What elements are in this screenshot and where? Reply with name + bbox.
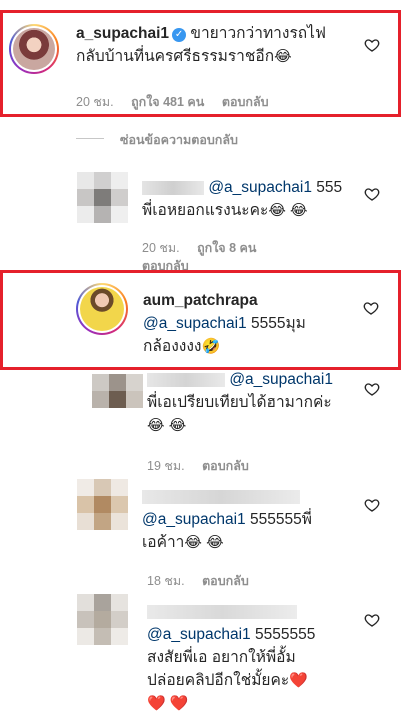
- blurred-username: [147, 604, 297, 619]
- highlight-frame: [0, 270, 401, 370]
- comment-text-line2: พี่เอหยอกแรงนะคะ: [142, 202, 269, 219]
- blurred-username: [147, 372, 225, 387]
- like-heart-icon[interactable]: [364, 381, 380, 397]
- comment-text-line2: สงสัยพี่เอ อยากให้พี่อั้ม: [147, 649, 296, 666]
- hide-replies-button[interactable]: ซ่อนข้อความตอบกลับ: [120, 130, 238, 150]
- avatar-blurred[interactable]: [77, 172, 129, 224]
- like-heart-icon[interactable]: [364, 186, 380, 202]
- avatar-blurred[interactable]: [77, 479, 129, 531]
- reply-button[interactable]: ตอบกลับ: [202, 459, 249, 473]
- comment-likes[interactable]: ถูกใจ 8 คน: [197, 241, 256, 255]
- comment-time: 20 ชม.: [142, 241, 180, 255]
- blurred-username: [142, 489, 300, 504]
- highlight-frame: [0, 10, 401, 117]
- mention-link[interactable]: @a_supachai1: [229, 371, 333, 388]
- like-heart-icon[interactable]: [364, 497, 380, 513]
- avatar-blurred[interactable]: [77, 594, 129, 646]
- comment-text-line2: เอค้าา: [142, 534, 185, 551]
- comment-4-body: @a_supachai1 พี่เอเปรียบเทียบได้ฮามากค่ะ…: [147, 368, 372, 437]
- comment-5-body: @a_supachai1 555555พี่ เอค้าา😂 😂: [142, 485, 367, 554]
- avatar-blurred[interactable]: [92, 374, 143, 410]
- laughing-emoji: 😂 😂: [147, 417, 187, 434]
- like-heart-icon[interactable]: [364, 612, 380, 628]
- mention-link[interactable]: @a_supachai1: [142, 511, 246, 528]
- comment-text-line2: พี่เอเปรียบเทียบได้ฮามากค่ะ: [147, 394, 332, 411]
- comment-text-line3: ปล่อยคลิปอีกใช่มั้ยคะ: [147, 672, 290, 689]
- blurred-username: [142, 180, 204, 195]
- comment-6-body: @a_supachai1 5555555 สงสัยพี่เอ อยากให้พ…: [147, 600, 372, 715]
- comment-2-meta: 20 ชม. ถูกใจ 8 คน: [142, 238, 270, 258]
- laughing-emoji: 😂 😂: [184, 534, 224, 551]
- comment-text: 555555พี่: [249, 511, 312, 528]
- mention-link[interactable]: @a_supachai1: [208, 179, 312, 196]
- comment-time: 19 ชม.: [147, 459, 185, 473]
- comment-time: 18 ชม.: [147, 574, 185, 588]
- comment-5-meta: 18 ชม. ตอบกลับ: [147, 571, 263, 591]
- comment-text: 555: [316, 179, 343, 196]
- comment-2-body: @a_supachai1 555 พี่เอหยอกแรงนะคะ😂 😂: [142, 176, 372, 222]
- divider-line: [76, 138, 104, 139]
- heart-emoji: ❤️ ❤️: [147, 695, 189, 712]
- comment-text: 5555555: [254, 626, 316, 643]
- heart-emoji: ❤️: [289, 672, 308, 689]
- laughing-emoji: 😂 😂: [268, 202, 308, 219]
- comment-4-meta: 19 ชม. ตอบกลับ: [147, 456, 263, 476]
- reply-button[interactable]: ตอบกลับ: [202, 574, 249, 588]
- mention-link[interactable]: @a_supachai1: [147, 626, 251, 643]
